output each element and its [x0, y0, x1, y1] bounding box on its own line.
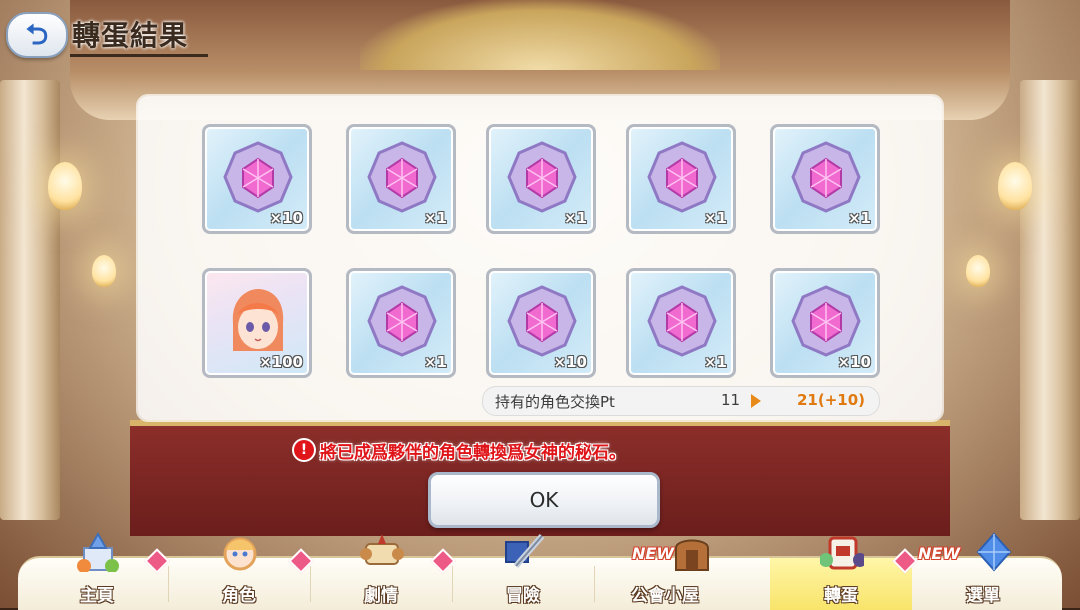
wall-lamp-icon — [48, 162, 82, 210]
item-quantity: ×1 — [703, 209, 727, 227]
item-quantity: ×10 — [553, 353, 587, 371]
nav-label: 公會小屋 — [631, 586, 699, 606]
result-item[interactable]: ×10 — [770, 268, 880, 378]
item-quantity: ×1 — [563, 209, 587, 227]
warning-icon: ! — [294, 440, 314, 460]
guild-house-icon — [675, 539, 709, 571]
result-item[interactable]: ×1 — [626, 124, 736, 234]
story-scroll-icon — [360, 534, 404, 565]
conversion-notice: 將已成爲夥伴的角色轉換爲女神的秘石。 — [320, 443, 626, 463]
goddess-stone-icon — [647, 141, 717, 213]
new-badge: NEW — [918, 544, 960, 563]
nav-item-guild-house[interactable]: NEW 公會小屋 — [594, 539, 736, 610]
menu-crystal-icon — [976, 532, 1012, 572]
item-quantity: ×1 — [847, 209, 871, 227]
bottom-nav: 主頁 角色 劇情 冒險 NEW 公會小屋 轉蛋 NEW 選單 — [18, 532, 1062, 610]
nav-label: 轉蛋 — [824, 586, 858, 606]
result-item[interactable]: ×1 — [346, 268, 456, 378]
character-portrait-icon — [232, 289, 284, 351]
result-item[interactable]: ×1 — [346, 124, 456, 234]
nav-label: 劇情 — [364, 586, 398, 606]
nav-item-story[interactable]: 劇情 — [310, 534, 456, 610]
goddess-stone-icon — [223, 141, 293, 213]
arrow-right-icon — [751, 394, 761, 408]
wall-lamp-icon — [966, 255, 990, 287]
right-pillar — [1020, 80, 1080, 520]
goddess-stone-icon — [507, 141, 577, 213]
ok-button[interactable]: OK — [428, 472, 660, 528]
gacha-icon — [820, 536, 864, 570]
left-pillar — [0, 80, 60, 520]
title-underline — [70, 54, 208, 57]
exchange-points-row: 持有的角色交換Pt 11 21(+10) — [482, 386, 880, 416]
result-item[interactable]: ×10 — [486, 268, 596, 378]
nav-item-character[interactable]: 角色 — [168, 537, 314, 610]
goddess-stone-icon — [507, 285, 577, 357]
back-button[interactable]: ⮌ — [6, 12, 68, 58]
character-icon — [223, 537, 257, 571]
nav-item-home[interactable]: 主頁 — [26, 532, 170, 610]
nav-item-gacha[interactable]: 轉蛋 — [770, 536, 918, 610]
item-quantity: ×10 — [837, 353, 871, 371]
goddess-stone-icon — [647, 285, 717, 357]
goddess-stone-icon — [791, 141, 861, 213]
goddess-stone-icon — [791, 285, 861, 357]
item-quantity: ×1 — [703, 353, 727, 371]
nav-item-adventure[interactable]: 冒險 — [452, 534, 594, 610]
page-title: 轉蛋結果 — [72, 19, 189, 52]
wall-lamp-icon — [998, 162, 1032, 210]
item-quantity: ×1 — [423, 209, 447, 227]
result-item-character[interactable]: ×100 — [202, 268, 312, 378]
points-new-value: 21(+10) — [797, 391, 866, 409]
wall-lamp-icon — [92, 255, 116, 287]
back-arrow-icon: ⮌ — [25, 18, 49, 51]
result-item[interactable]: ×1 — [486, 124, 596, 234]
item-quantity: ×10 — [269, 209, 303, 227]
result-item[interactable]: ×10 — [202, 124, 312, 234]
points-label: 持有的角色交換Pt — [495, 393, 615, 411]
new-badge: NEW — [632, 544, 674, 563]
points-old-value: 11 — [721, 391, 741, 409]
goddess-stone-icon — [367, 285, 437, 357]
adventure-sword-icon — [505, 534, 545, 568]
nav-item-menu[interactable]: NEW 選單 — [912, 532, 1054, 610]
nav-label: 主頁 — [80, 586, 114, 606]
nav-label: 選單 — [966, 586, 1000, 606]
ornament-crest — [360, 0, 720, 70]
nav-label: 冒險 — [506, 586, 540, 606]
item-quantity: ×1 — [423, 353, 447, 371]
result-item[interactable]: ×1 — [626, 268, 736, 378]
item-quantity: ×100 — [259, 353, 303, 371]
result-item[interactable]: ×1 — [770, 124, 880, 234]
goddess-stone-icon — [367, 141, 437, 213]
home-castle-icon — [77, 532, 119, 572]
nav-label: 角色 — [222, 586, 256, 606]
